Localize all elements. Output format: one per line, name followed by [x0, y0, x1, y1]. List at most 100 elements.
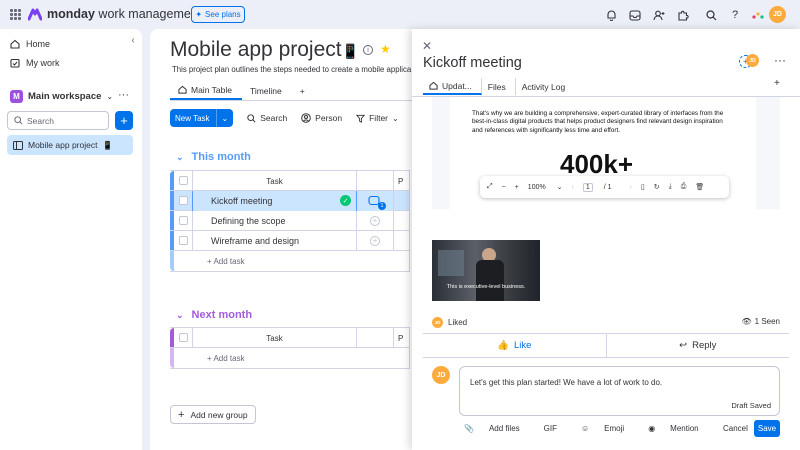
home-icon — [10, 39, 20, 49]
integrations-puzzle-icon[interactable] — [676, 8, 690, 22]
cancel-button[interactable]: Cancel — [723, 424, 748, 433]
zoom-in-icon[interactable]: + — [515, 184, 519, 191]
new-task-button[interactable]: New Task ⌄ — [170, 109, 234, 127]
search-button[interactable]: Search — [247, 113, 287, 123]
select-all-checkbox[interactable] — [179, 176, 188, 185]
column-header-task[interactable]: Task — [192, 328, 357, 348]
eye-icon: 👁 — [741, 317, 752, 326]
favorite-star-icon[interactable]: ★ — [380, 42, 391, 56]
zoom-out-icon[interactable]: − — [502, 184, 506, 191]
tab-updates[interactable]: Updat... — [423, 78, 482, 95]
task-name[interactable]: Defining the scope — [192, 211, 357, 231]
inbox-icon[interactable] — [628, 8, 642, 22]
table-header-row: Task P — [170, 328, 409, 348]
add-update-button[interactable]: + — [357, 231, 394, 251]
home-icon — [429, 81, 438, 90]
row-checkbox[interactable] — [179, 236, 188, 245]
board-toolbar: New Task⌄ Search Person Filter ⌄ ⇅ — [170, 109, 420, 127]
tab-files[interactable]: Files — [482, 78, 516, 95]
video-thumbnail[interactable]: This is executive-level business. — [432, 240, 540, 301]
invite-members-icon[interactable] — [652, 8, 666, 22]
emoji-button[interactable]: ☺ Emoji — [581, 424, 636, 433]
add-tab-button[interactable]: + — [774, 78, 780, 89]
help-icon[interactable]: ? — [728, 8, 742, 22]
tab-activity-log[interactable]: Activity Log — [516, 78, 574, 95]
mention-button[interactable]: ◉ Mention — [648, 424, 710, 433]
gif-button[interactable]: GIF — [544, 424, 569, 433]
next-page-icon[interactable]: › — [630, 184, 632, 191]
add-task-input[interactable]: + Add task — [192, 257, 245, 266]
brand-name: monday work management — [47, 7, 202, 21]
table-row[interactable]: Kickoff meeting ✓ 1 — [170, 191, 409, 211]
reply-avatar: JD — [432, 366, 450, 384]
task-name[interactable]: Wireframe and design — [192, 231, 357, 251]
person-filter-button[interactable]: Person — [301, 113, 342, 123]
row-checkbox[interactable] — [179, 216, 188, 225]
seen-indicator[interactable]: 👁 1 Seen — [741, 317, 780, 326]
page-indicator[interactable]: 1 / 1 — [582, 182, 621, 192]
group-title-this-month[interactable]: ⌄ This month — [176, 151, 251, 163]
view-tabs: Main Table Timeline + — [170, 81, 315, 100]
add-update-icon: + — [370, 216, 380, 226]
save-button[interactable]: Save — [754, 420, 780, 437]
add-update-icon: + — [370, 236, 380, 246]
more-options-icon[interactable]: ··· — [774, 53, 786, 67]
add-update-button[interactable]: + — [357, 211, 394, 231]
tab-timeline[interactable]: Timeline — [242, 81, 292, 100]
document-icon[interactable]: ▯ — [641, 183, 645, 191]
add-files-button[interactable]: 📎 Add files — [464, 424, 532, 433]
see-plans-button[interactable]: ✦ See plans — [191, 6, 245, 23]
previous-page-icon[interactable]: ‹ — [572, 184, 574, 191]
page-title[interactable]: Mobile app project📱 — [170, 38, 359, 62]
task-name[interactable]: Kickoff meeting — [192, 191, 357, 211]
sidebar-search-input[interactable]: Search — [7, 111, 109, 130]
column-header-task[interactable]: Task — [192, 171, 357, 191]
add-task-input[interactable]: + Add task — [192, 354, 245, 363]
subscriber-avatar: JD — [746, 54, 759, 67]
info-icon[interactable]: i — [363, 45, 373, 55]
notifications-bell-icon[interactable] — [604, 8, 618, 22]
phone-emoji-icon: 📱 — [341, 43, 360, 59]
add-item-button[interactable]: + — [115, 111, 133, 130]
like-button[interactable]: 👍 Like — [423, 334, 607, 357]
product-switcher-icon[interactable] — [751, 8, 765, 22]
table-row[interactable]: Wireframe and design + — [170, 231, 409, 251]
add-task-row[interactable]: + Add task — [170, 348, 409, 368]
table-row[interactable]: Defining the scope + — [170, 211, 409, 231]
workspace-more-icon[interactable]: ··· — [118, 89, 129, 101]
sidebar-item-board[interactable]: Mobile app project 📱 — [7, 135, 133, 155]
updates-button[interactable]: 1 — [357, 191, 394, 211]
search-icon[interactable] — [704, 8, 718, 22]
row-checkbox[interactable] — [179, 196, 188, 205]
panel-title[interactable]: Kickoff meeting — [423, 55, 522, 71]
add-new-group-button[interactable]: + Add new group — [170, 405, 256, 424]
reply-input[interactable]: Let's get this plan started! We have a l… — [459, 366, 780, 416]
apps-grid-icon[interactable] — [10, 9, 21, 20]
add-view-button[interactable]: + — [292, 81, 315, 100]
workspace-selector[interactable]: M Main workspace ⌄ — [10, 90, 113, 103]
download-icon[interactable]: ⤓ — [669, 183, 672, 191]
sidebar-item-my-work[interactable]: My work — [10, 58, 60, 68]
user-avatar[interactable]: JD — [769, 6, 786, 23]
rotate-icon[interactable]: ↻ — [654, 183, 660, 191]
print-icon[interactable]: ⎙ — [681, 183, 687, 191]
update-actions: 👍 Like ↩ Reply — [423, 333, 789, 358]
group-title-next-month[interactable]: ⌄ Next month — [176, 309, 252, 321]
column-header-p[interactable]: P — [394, 171, 410, 191]
add-task-row[interactable]: + Add task — [170, 251, 409, 271]
home-icon — [178, 85, 187, 94]
tab-main-table[interactable]: Main Table — [170, 81, 242, 100]
sidebar-item-home[interactable]: Home — [10, 39, 50, 49]
select-all-checkbox[interactable] — [179, 333, 188, 342]
delete-icon[interactable]: 🗑 — [695, 183, 704, 191]
item-panel: ✕ Kickoff meeting + JD ··· Updat... File… — [412, 29, 800, 450]
reply-button[interactable]: ↩ Reply — [607, 334, 790, 357]
group-table-next-month: Task P + Add task — [170, 327, 410, 369]
collapse-sidebar-chevron-icon[interactable]: ‹ — [126, 33, 140, 47]
filter-button[interactable]: Filter ⌄ — [356, 113, 399, 123]
zoom-select[interactable]: 100% ⌄ — [528, 183, 563, 192]
fit-to-page-icon[interactable]: ⤢ — [487, 183, 493, 191]
close-icon[interactable]: ✕ — [422, 39, 432, 53]
phone-emoji-icon: 📱 — [102, 140, 113, 150]
column-header-p[interactable]: P — [394, 328, 410, 348]
